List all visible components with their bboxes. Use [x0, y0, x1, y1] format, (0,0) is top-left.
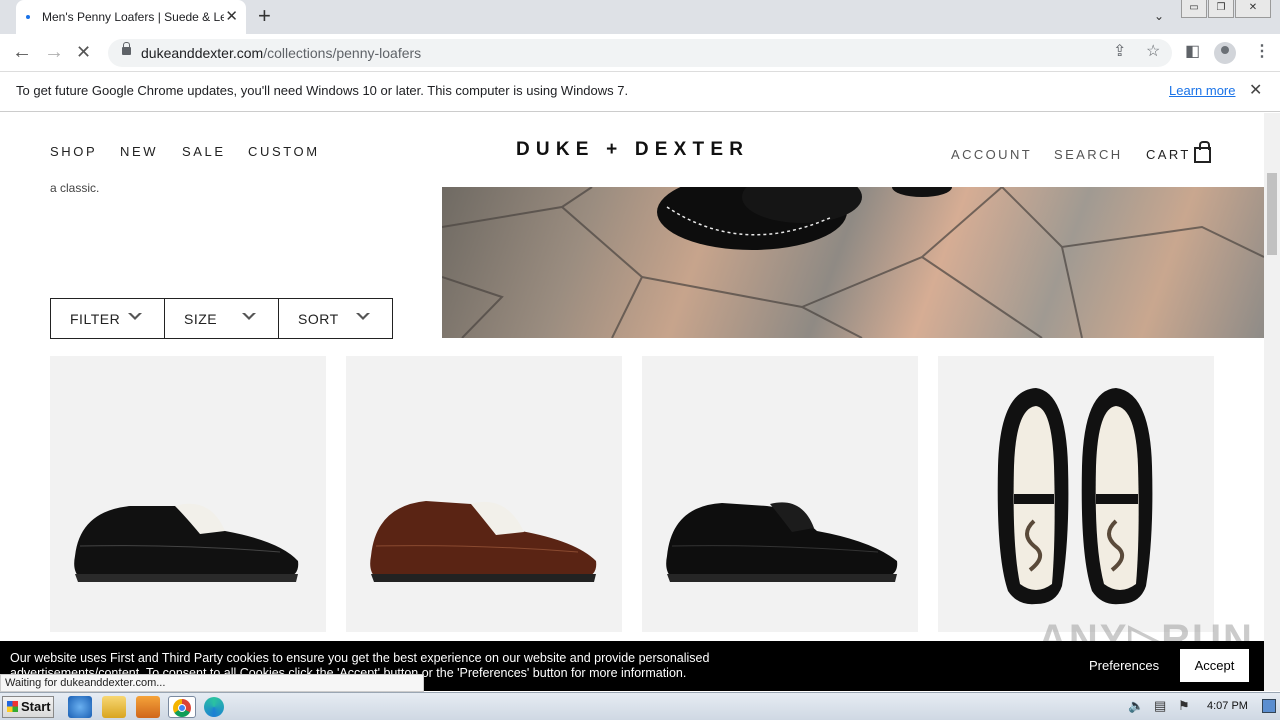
network-icon[interactable]: ▤ — [1154, 698, 1166, 714]
size-dropdown[interactable]: SIZE — [165, 299, 279, 338]
nav-cart[interactable]: CART — [1146, 147, 1191, 162]
nav-sale[interactable]: SALE — [182, 144, 226, 159]
chevron-down-icon — [356, 312, 370, 320]
address-bar[interactable]: dukeanddexter.com/collections/penny-loaf… — [108, 39, 1172, 67]
infobar-close-icon[interactable]: ✕ — [1249, 72, 1262, 110]
site-header: SHOP NEW SALE CUSTOM DUKE + DEXTER ACCOU… — [0, 113, 1264, 187]
side-panel-icon[interactable]: ◧ — [1185, 42, 1200, 62]
show-desktop-icon[interactable] — [1262, 699, 1276, 713]
filter-dropdown[interactable]: FILTER — [51, 299, 165, 338]
tab-title: Men's Penny Loafers | Suede & Leat — [42, 10, 224, 24]
page-scrollbar[interactable] — [1264, 113, 1280, 691]
cart-bag-icon[interactable] — [1194, 141, 1211, 163]
share-icon[interactable]: ⇪ — [1113, 42, 1126, 62]
filter-bar: FILTER SIZE SORT — [50, 298, 393, 339]
nav-new[interactable]: NEW — [120, 144, 158, 159]
product-card-black-loafer[interactable] — [642, 356, 918, 632]
sort-dropdown[interactable]: SORT — [279, 299, 392, 338]
brown-white-loafer-image — [370, 501, 597, 582]
tab-close-icon[interactable]: ✕ — [225, 9, 238, 24]
product-card-snake-loafer[interactable] — [938, 356, 1214, 632]
file-explorer-icon[interactable] — [102, 696, 126, 718]
sort-label: SORT — [298, 310, 339, 327]
scrollbar-thumb[interactable] — [1267, 173, 1277, 255]
black-white-loafer-image — [74, 503, 299, 582]
loading-indicator-icon — [26, 15, 30, 19]
learn-more-link[interactable]: Learn more — [1169, 72, 1235, 110]
internet-explorer-icon[interactable] — [68, 696, 92, 718]
collection-intro-text: a classic. — [50, 181, 100, 195]
start-button[interactable]: Start — [2, 696, 54, 718]
minimize-button[interactable]: ▭ — [1181, 0, 1207, 18]
media-player-icon[interactable] — [136, 696, 160, 718]
product-card-black-white-loafer[interactable] — [50, 356, 326, 632]
stop-loading-icon[interactable]: ✕ — [76, 41, 91, 63]
profile-avatar-icon[interactable] — [1214, 42, 1236, 64]
tab-search-chevron-icon[interactable]: ⌄ — [1154, 9, 1164, 23]
system-clock[interactable]: 4:07 PM — [1207, 700, 1248, 712]
cookie-preferences-button[interactable]: Preferences — [1089, 658, 1159, 673]
nav-search[interactable]: SEARCH — [1054, 147, 1123, 162]
nav-account[interactable]: ACCOUNT — [951, 147, 1032, 162]
cookie-accept-button[interactable]: Accept — [1180, 649, 1249, 682]
update-infobar: To get future Google Chrome updates, you… — [0, 72, 1280, 112]
filter-label: FILTER — [70, 310, 121, 327]
browser-toolbar: ← → ✕ dukeanddexter.com/collections/penn… — [0, 34, 1280, 72]
snake-loafer-image — [997, 388, 1153, 605]
chevron-down-icon — [128, 312, 142, 320]
menu-kebab-icon[interactable]: ⋮ — [1254, 42, 1270, 62]
nav-custom[interactable]: CUSTOM — [248, 144, 320, 159]
size-label: SIZE — [184, 310, 218, 327]
new-tab-button[interactable]: + — [258, 4, 271, 28]
browser-tab-strip: Men's Penny Loafers | Suede & Leat ✕ + ⌄… — [0, 0, 1280, 34]
forward-icon[interactable]: → — [44, 41, 64, 63]
browser-status-bar: Waiting for dukeanddexter.com... — [0, 674, 424, 692]
url-domain: dukeanddexter.com — [141, 45, 264, 61]
url-path: /collections/penny-loafers — [263, 45, 422, 61]
chrome-icon-center — [178, 704, 186, 712]
site-logo[interactable]: DUKE + DEXTER — [516, 139, 749, 161]
product-card-brown-white-loafer[interactable] — [346, 356, 622, 632]
infobar-message: To get future Google Chrome updates, you… — [16, 83, 629, 98]
back-icon[interactable]: ← — [12, 41, 32, 63]
edge-icon[interactable] — [204, 697, 224, 717]
lock-icon[interactable] — [122, 42, 131, 55]
nav-shop[interactable]: SHOP — [50, 144, 97, 159]
window-close-button[interactable]: ✕ — [1235, 0, 1271, 18]
collection-hero-image — [442, 187, 1264, 338]
chevron-down-icon — [242, 312, 256, 320]
black-loafer-image — [666, 502, 898, 582]
bookmark-star-icon[interactable]: ☆ — [1146, 42, 1160, 62]
browser-tab[interactable]: Men's Penny Loafers | Suede & Leat ✕ — [16, 0, 246, 34]
chrome-taskbar-button[interactable] — [168, 696, 196, 718]
windows-taskbar: Start 🔈 ▤ ⚑ 4:07 PM — [0, 692, 1280, 720]
restore-button[interactable]: ❐ — [1208, 0, 1234, 18]
action-center-flag-icon[interactable]: ⚑ — [1178, 698, 1190, 714]
volume-icon[interactable]: 🔈 — [1128, 698, 1144, 714]
